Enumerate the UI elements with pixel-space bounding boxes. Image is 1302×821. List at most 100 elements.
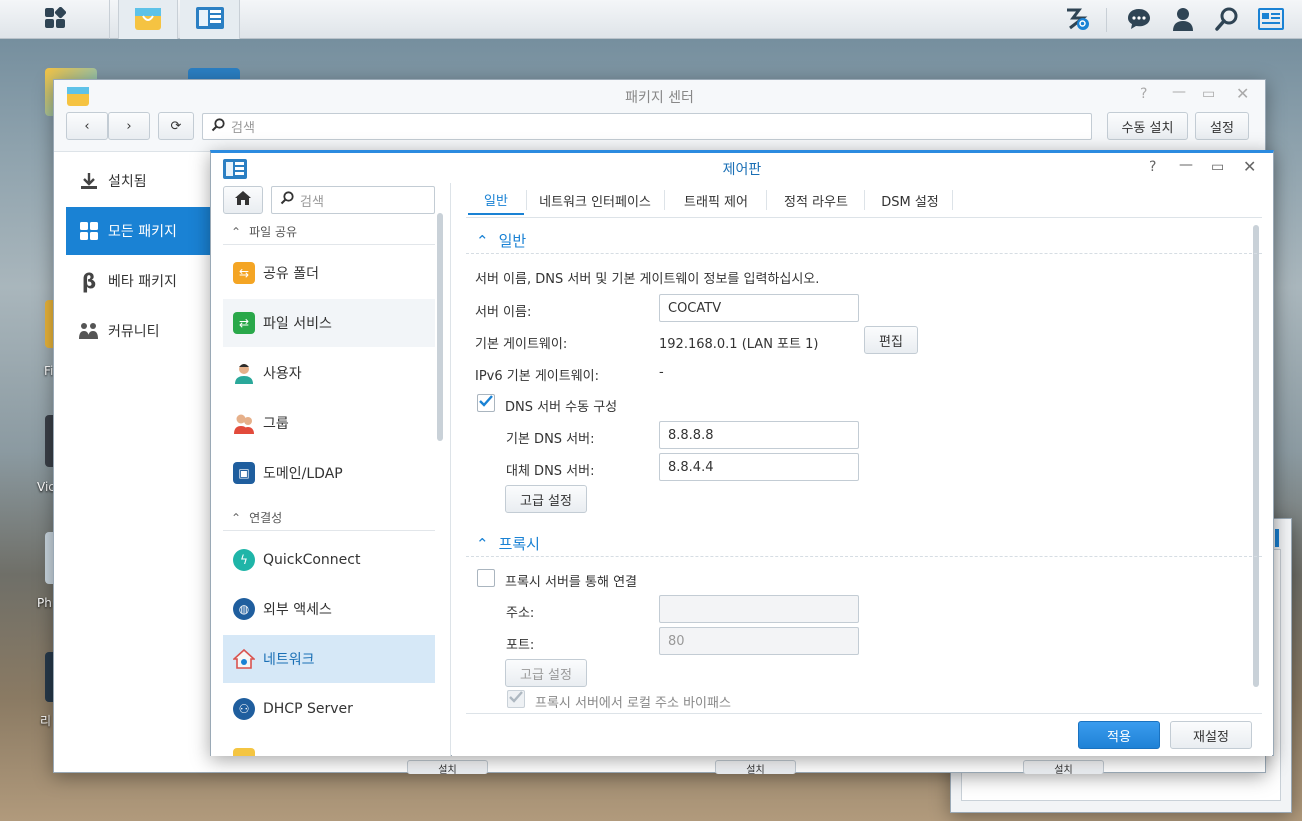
proxy-port-input[interactable]: 80	[659, 627, 859, 655]
taskbar-control-panel[interactable]	[180, 0, 240, 39]
dns-manual-checkbox[interactable]	[477, 394, 495, 412]
proxy-address-label: 주소:	[506, 606, 535, 621]
user-icon[interactable]	[1170, 6, 1196, 32]
chevron-up-icon: ⌃	[476, 534, 489, 553]
general-section-header[interactable]: ⌃ 일반	[476, 230, 526, 251]
refresh-icon: ⟳	[170, 118, 182, 134]
install-button[interactable]: 설치	[1023, 760, 1104, 774]
help-icon[interactable]: ?	[1149, 159, 1156, 175]
apply-button[interactable]: 적용	[1078, 721, 1160, 749]
package-center-icon	[133, 4, 163, 36]
search-icon	[280, 191, 294, 209]
minimize-icon[interactable]: —	[1179, 157, 1193, 173]
section-title: 일반	[498, 232, 527, 250]
item-domain-ldap[interactable]: ▣ 도메인/LDAP	[223, 449, 435, 497]
nav-label: 모든 패키지	[108, 224, 177, 240]
globe-icon: ◍	[233, 598, 255, 620]
network-icon	[233, 648, 255, 670]
item-group[interactable]: 그룹	[223, 399, 435, 447]
search-placeholder: 검색	[231, 121, 255, 136]
secondary-dns-input[interactable]: 8.8.4.4	[659, 453, 859, 481]
grid-icon	[44, 6, 66, 33]
refresh-button[interactable]: ⟳	[158, 112, 194, 140]
desktop-label: 리	[40, 714, 52, 728]
section-title: 프록시	[498, 535, 540, 553]
item-user[interactable]: 사용자	[223, 349, 435, 397]
search-service-icon[interactable]	[1064, 6, 1090, 32]
back-button[interactable]: ‹	[66, 112, 108, 140]
next-item-icon	[233, 748, 255, 756]
quickconnect-icon: ϟ	[233, 549, 255, 571]
tab-static-route[interactable]: 정적 라우트	[770, 185, 862, 215]
nav-community[interactable]: 커뮤니티	[66, 307, 212, 355]
proxy-bypass-checkbox[interactable]	[507, 690, 525, 708]
dhcp-icon: ⚇	[233, 698, 255, 720]
nav-all-packages[interactable]: 모든 패키지	[66, 207, 212, 255]
install-button[interactable]: 설치	[407, 760, 488, 774]
tab-general[interactable]: 일반	[468, 185, 524, 215]
manual-install-button[interactable]: 수동 설치	[1107, 112, 1188, 140]
proxy-advanced-button[interactable]: 고급 설정	[505, 659, 587, 687]
domain-icon: ▣	[233, 462, 255, 484]
reset-button[interactable]: 재설정	[1170, 721, 1252, 749]
item-network[interactable]: 네트워크	[223, 635, 435, 683]
close-icon[interactable]: ✕	[1243, 157, 1256, 176]
proxy-connect-checkbox[interactable]	[477, 569, 495, 587]
maximize-icon[interactable]: ▭	[1211, 159, 1224, 175]
control-panel-sidebar: 검색 ⌃ 파일 공유 ⇆ 공유 폴더 ⇄ 파일 서비스 사용자 그룹 ▣ 도메인/…	[211, 183, 451, 756]
section-file-sharing[interactable]: ⌃ 파일 공유	[231, 223, 297, 240]
edit-gateway-button[interactable]: 편집	[864, 326, 918, 354]
tab-traffic-control[interactable]: 트래픽 제어	[668, 185, 764, 215]
search-input[interactable]: 검색	[271, 186, 435, 214]
primary-dns-label: 기본 DNS 서버:	[506, 432, 595, 447]
home-icon	[234, 190, 252, 210]
item-dhcp-server[interactable]: ⚇ DHCP Server	[223, 685, 435, 733]
search-input[interactable]: 검색	[202, 113, 1092, 140]
proxy-bypass-label: 프록시 서버에서 로컬 주소 바이패스	[535, 696, 731, 711]
sidebar-scrollbar[interactable]	[437, 213, 443, 441]
gateway-value: 192.168.0.1 (LAN 포트 1)	[659, 337, 819, 352]
nav-installed[interactable]: 설치됨	[66, 157, 212, 205]
maximize-icon[interactable]: ▭	[1202, 86, 1215, 102]
search-icon[interactable]	[1214, 6, 1240, 32]
help-icon[interactable]: ?	[1140, 86, 1147, 102]
widgets-icon[interactable]	[1258, 6, 1284, 32]
server-name-input[interactable]: COCATV	[659, 294, 859, 322]
install-button[interactable]: 설치	[715, 760, 796, 774]
content-scrollbar[interactable]	[1253, 225, 1259, 687]
proxy-address-input[interactable]	[659, 595, 859, 623]
secondary-dns-label: 대체 DNS 서버:	[506, 464, 595, 479]
minimize-icon[interactable]: —	[1172, 84, 1186, 100]
settings-button[interactable]: 설정	[1195, 112, 1249, 140]
ipv6-gateway-label: IPv6 기본 게이트웨이:	[475, 369, 600, 384]
item-shared-folder[interactable]: ⇆ 공유 폴더	[223, 249, 435, 297]
forward-button[interactable]: ›	[108, 112, 150, 140]
proxy-section-header[interactable]: ⌃ 프록시	[476, 533, 540, 554]
item-label: DHCP Server	[263, 701, 353, 717]
tab-network-interface[interactable]: 네트워크 인터페이스	[530, 185, 660, 215]
desktop-label: Fi	[44, 364, 54, 378]
main-menu-button[interactable]	[0, 0, 110, 39]
item-label: QuickConnect	[263, 552, 361, 568]
taskbar	[0, 0, 1302, 39]
home-button[interactable]	[223, 186, 263, 214]
item-file-services[interactable]: ⇄ 파일 서비스	[223, 299, 435, 347]
taskbar-package-center[interactable]	[118, 0, 178, 39]
search-icon	[211, 117, 225, 136]
chevron-left-icon: ‹	[84, 118, 90, 134]
item-label: 파일 서비스	[263, 316, 332, 332]
section-connectivity[interactable]: ⌃ 연결성	[231, 509, 282, 526]
item-quickconnect[interactable]: ϟ QuickConnect	[223, 536, 435, 584]
primary-dns-input[interactable]: 8.8.8.8	[659, 421, 859, 449]
download-icon	[78, 170, 100, 192]
chat-icon[interactable]	[1126, 6, 1152, 32]
nav-beta-packages[interactable]: β 베타 패키지	[66, 257, 212, 305]
server-name-label: 서버 이름:	[475, 305, 532, 320]
nav-label: 커뮤니티	[108, 324, 160, 340]
item-external-access[interactable]: ◍ 외부 액세스	[223, 585, 435, 633]
community-icon	[78, 320, 100, 342]
general-advanced-button[interactable]: 고급 설정	[505, 485, 587, 513]
close-icon[interactable]: ✕	[1236, 84, 1249, 103]
apps-icon	[78, 220, 100, 242]
tab-dsm-settings[interactable]: DSM 설정	[868, 185, 952, 215]
